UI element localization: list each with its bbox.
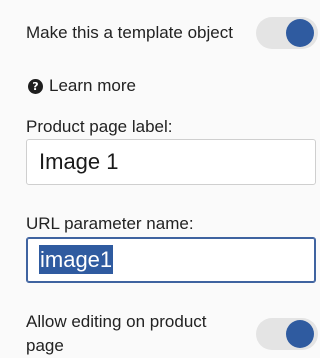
product-page-label-input[interactable]: Image 1 bbox=[26, 139, 316, 185]
product-page-label-value: Image 1 bbox=[39, 149, 119, 174]
url-parameter-value: image1 bbox=[39, 245, 114, 274]
template-toggle-knob bbox=[286, 19, 314, 47]
editing-toggle-label-line1: Allow editing on product bbox=[26, 312, 207, 331]
editing-toggle-knob bbox=[286, 320, 314, 348]
product-page-label-title: Product page label: bbox=[26, 117, 173, 136]
editing-toggle-label-line2: page bbox=[26, 336, 64, 355]
template-toggle[interactable] bbox=[256, 17, 318, 49]
question-circle-icon: ? bbox=[28, 78, 43, 94]
settings-panel: Make this a template object ? Learn more… bbox=[0, 0, 319, 355]
learn-more-label: Learn more bbox=[49, 76, 136, 95]
url-parameter-title: URL parameter name: bbox=[26, 214, 194, 233]
url-parameter-input[interactable]: image1 bbox=[26, 237, 316, 283]
template-toggle-label: Make this a template object bbox=[26, 23, 233, 42]
editing-toggle[interactable] bbox=[256, 318, 318, 350]
learn-more-link[interactable]: ? Learn more bbox=[28, 74, 136, 98]
